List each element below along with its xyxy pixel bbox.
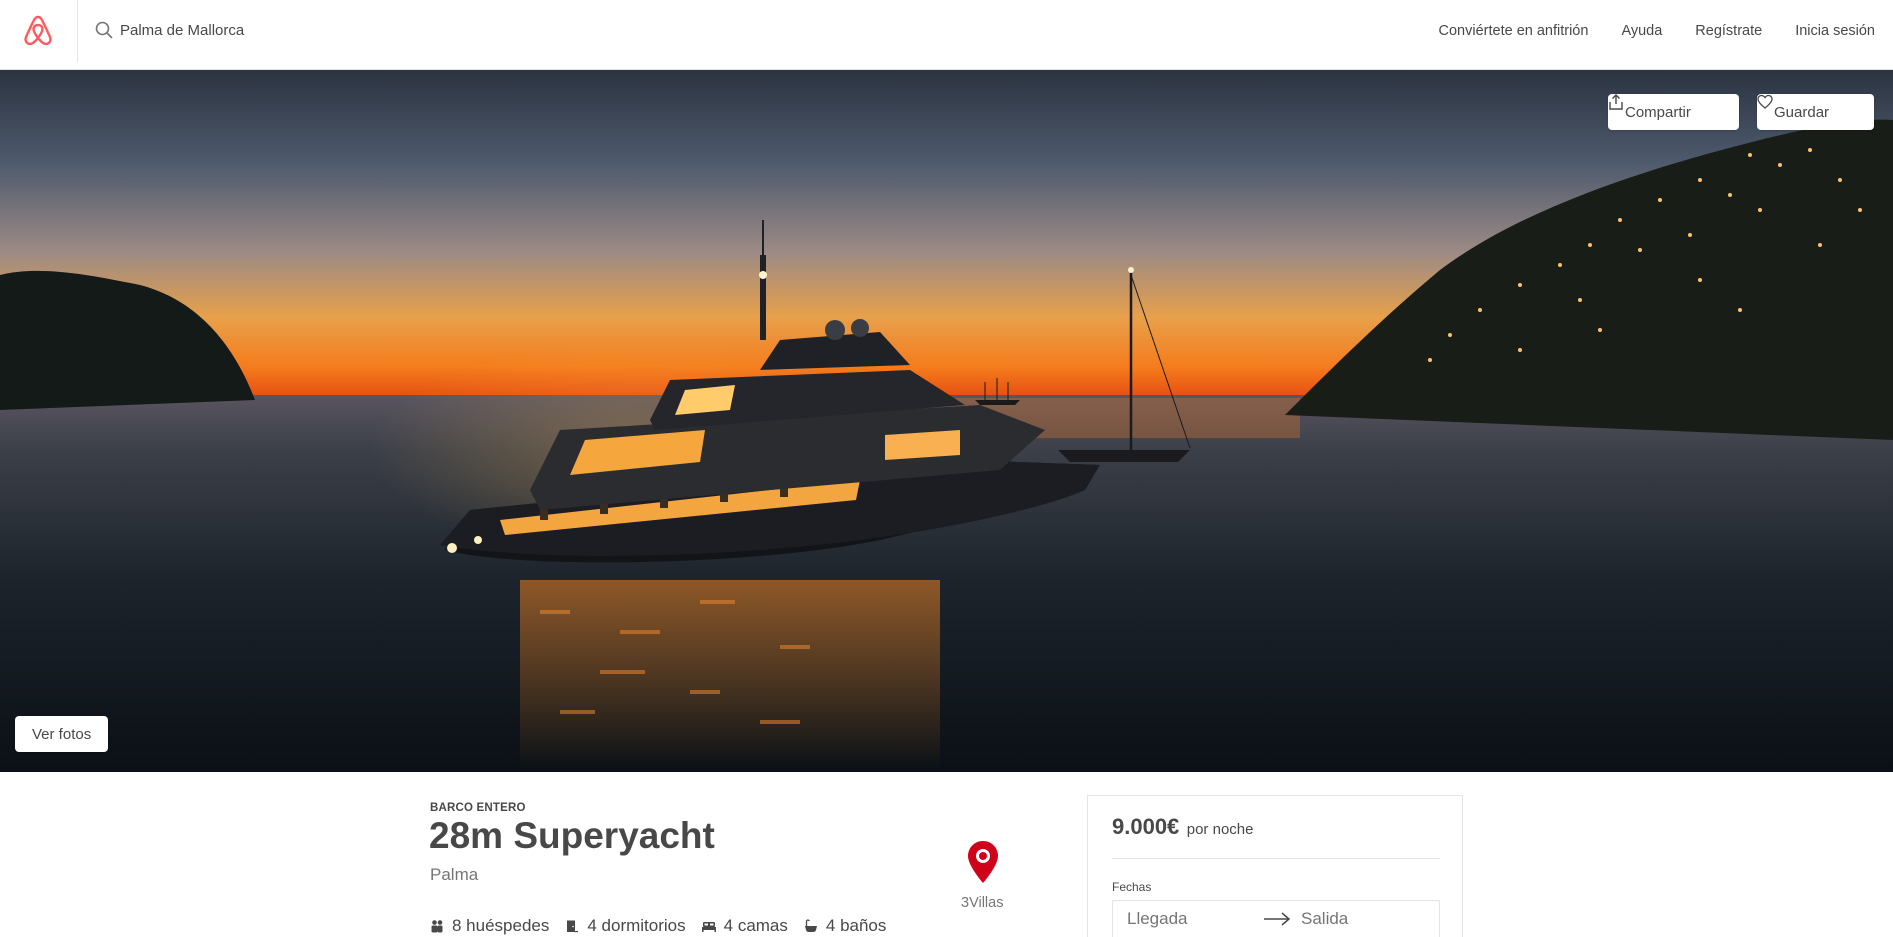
host-avatar-pin-icon[interactable] [966, 840, 1000, 884]
airbnb-logo-icon[interactable] [20, 12, 56, 48]
amenity-bedrooms: 4 dormitorios [565, 916, 686, 936]
booking-card: 9.000€ por noche Fechas Llegada Salida [1087, 795, 1463, 937]
price-unit: por noche [1186, 821, 1254, 838]
date-range-picker[interactable]: Llegada Salida [1112, 900, 1440, 937]
bedroom-icon [567, 920, 579, 933]
price-row: 9.000€ por noche [1112, 814, 1253, 840]
amenity-baths-label: 4 baños [825, 916, 887, 935]
nightly-price: 9.000€ [1112, 814, 1180, 839]
header-nav: Conviértete en anfitrión Ayuda Regístrat… [1406, 0, 1875, 62]
guests-icon [431, 920, 443, 933]
save-button[interactable]: Guardar [1757, 94, 1874, 130]
listing-location[interactable]: Palma [430, 865, 478, 885]
amenity-guests-label: 8 huéspedes [452, 916, 550, 935]
card-divider [1112, 858, 1440, 859]
amenity-baths: 4 baños [804, 916, 887, 936]
view-photos-button[interactable]: Ver fotos [15, 716, 109, 752]
amenity-beds: 4 camas [701, 916, 788, 936]
amenity-beds-label: 4 camas [723, 916, 788, 935]
header-divider [77, 0, 78, 62]
share-label: Compartir [1625, 103, 1691, 121]
view-photos-label: Ver fotos [32, 725, 92, 743]
search-input[interactable] [120, 16, 520, 44]
checkout-field[interactable]: Salida [1301, 909, 1348, 929]
listing-type: BARCO ENTERO [430, 802, 526, 814]
nav-become-host[interactable]: Conviértete en anfitrión [1439, 23, 1589, 39]
yacht-sunset-photo [0, 70, 1893, 772]
nav-help[interactable]: Ayuda [1621, 23, 1662, 39]
bath-icon [804, 919, 817, 932]
listing-amenities: 8 huéspedes 4 dormitorios 4 camas 4 baño… [430, 916, 902, 936]
search-icon [95, 21, 113, 39]
nav-signup[interactable]: Regístrate [1695, 23, 1762, 39]
hero-photo[interactable]: Compartir Guardar Ver fotos [0, 70, 1893, 772]
amenity-bedrooms-label: 4 dormitorios [587, 916, 686, 935]
save-label: Guardar [1774, 103, 1830, 121]
bed-icon [701, 922, 716, 932]
dates-label: Fechas [1112, 880, 1152, 894]
share-button[interactable]: Compartir [1608, 94, 1739, 130]
top-header: Conviértete en anfitrión Ayuda Regístrat… [0, 0, 1893, 70]
host-name[interactable]: 3Villas [961, 895, 1003, 911]
listing-title: 28m Superyacht [429, 815, 715, 856]
amenity-guests: 8 huéspedes [430, 916, 549, 936]
share-icon [1609, 94, 1623, 110]
heart-icon [1757, 94, 1773, 109]
checkin-field[interactable]: Llegada [1127, 909, 1188, 929]
nav-login[interactable]: Inicia sesión [1795, 23, 1875, 39]
arrow-right-icon [1264, 912, 1291, 926]
